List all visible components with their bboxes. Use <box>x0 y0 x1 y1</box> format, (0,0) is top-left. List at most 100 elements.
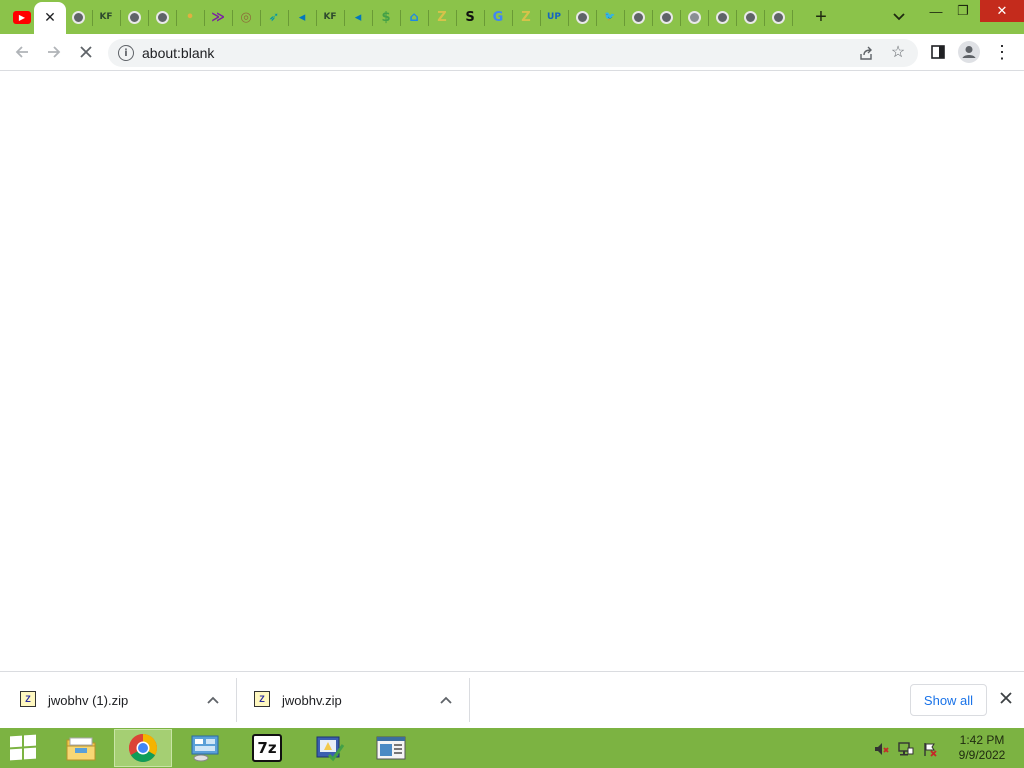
zip-file-icon: Z <box>254 691 270 707</box>
tab[interactable] <box>568 2 597 32</box>
back-button[interactable] <box>8 38 36 66</box>
download-filename: jwobhv.zip <box>282 693 342 708</box>
tab[interactable] <box>680 2 709 32</box>
close-icon[interactable]: ✕ <box>42 10 58 26</box>
back-arrow-icon <box>15 46 28 58</box>
tab[interactable]: • <box>176 2 205 32</box>
close-shelf-button[interactable] <box>996 688 1016 708</box>
minimize-button[interactable]: — <box>921 0 951 22</box>
zip-file-icon: Z <box>20 691 36 707</box>
chevron-up-icon <box>440 696 452 704</box>
tab-active[interactable]: ✕ <box>34 2 66 34</box>
chevron-stack-icon: ≫ <box>211 9 225 25</box>
tab[interactable] <box>764 2 793 32</box>
youtube-icon: ▶ <box>13 10 31 24</box>
download-options-button[interactable] <box>204 691 222 709</box>
archive-icon: Z <box>437 9 447 25</box>
tab[interactable]: Z <box>428 2 457 32</box>
share-icon[interactable] <box>856 43 876 63</box>
rocket-icon: ➶ <box>268 9 280 25</box>
tab[interactable]: 🐦 <box>596 2 625 32</box>
kf-icon: KF <box>323 12 337 22</box>
tab[interactable]: ▶ <box>8 2 37 32</box>
site-info-icon[interactable]: i <box>118 45 134 61</box>
taskbar-file-explorer[interactable] <box>52 729 110 767</box>
stop-loading-button[interactable] <box>72 38 100 66</box>
taskbar-installer[interactable] <box>300 729 358 767</box>
tab[interactable]: ◂ <box>344 2 373 32</box>
archive-icon: Z <box>521 9 531 25</box>
tab[interactable]: $ <box>372 2 401 32</box>
control-panel-icon <box>191 735 219 762</box>
download-item[interactable]: Z jwobhv (1).zip <box>0 678 237 722</box>
action-center-flag-icon[interactable] <box>922 741 938 757</box>
tab[interactable] <box>624 2 653 32</box>
tab[interactable] <box>120 2 149 32</box>
fish-icon: ◂ <box>354 9 362 25</box>
tab[interactable]: UP <box>540 2 569 32</box>
globe-icon <box>659 10 673 24</box>
kf-icon: KF <box>99 12 113 22</box>
tab[interactable] <box>64 2 93 32</box>
download-options-button[interactable] <box>437 691 455 709</box>
bell-icon: • <box>185 9 195 25</box>
tab[interactable]: ◎ <box>232 2 261 32</box>
tab[interactable] <box>652 2 681 32</box>
tab[interactable] <box>736 2 765 32</box>
globe-icon <box>631 10 645 24</box>
clock-time: 1:42 PM <box>959 733 1005 747</box>
download-item[interactable]: Z jwobhv.zip <box>236 678 470 722</box>
window-close-button[interactable]: ✕ <box>980 0 1024 22</box>
chevron-up-icon <box>207 696 219 704</box>
address-bar[interactable]: i about:blank ☆ <box>108 39 918 67</box>
tab[interactable]: S <box>456 2 485 32</box>
tab[interactable]: ◂ <box>288 2 317 32</box>
s-icon: S <box>465 9 475 25</box>
tab[interactable]: ➶ <box>260 2 289 32</box>
stop-icon <box>80 46 92 58</box>
tab[interactable] <box>708 2 737 32</box>
chrome-icon <box>129 734 157 762</box>
globe-icon <box>155 10 169 24</box>
tab-search-button[interactable] <box>886 6 912 28</box>
tab[interactable]: Z <box>512 2 541 32</box>
fish-icon: ◂ <box>298 9 306 25</box>
taskbar-document-viewer[interactable] <box>362 729 420 767</box>
bookmark-star-icon[interactable]: ☆ <box>888 42 908 62</box>
page-content <box>0 71 1024 671</box>
tab-strip: ▶ ✕ KF • ≫ ◎ ➶ ◂ KF ◂ $ ⌂ Z S G Z UP 🐦 + — ❐ ✕ <box>0 0 1024 34</box>
close-icon <box>1000 692 1012 704</box>
new-tab-button[interactable]: + <box>807 4 835 30</box>
tab[interactable]: KF <box>92 2 121 32</box>
7zip-icon: 7z <box>252 734 282 762</box>
taskbar-control-panel[interactable] <box>176 729 234 767</box>
show-all-downloads-button[interactable]: Show all <box>910 684 987 716</box>
globe-icon <box>743 10 757 24</box>
menu-button[interactable]: ⋮ <box>988 38 1016 66</box>
side-panel-icon <box>931 45 945 59</box>
network-icon[interactable] <box>898 741 914 757</box>
forward-button[interactable] <box>40 38 68 66</box>
restore-button[interactable]: ❐ <box>948 0 978 22</box>
system-clock[interactable]: 1:42 PM 9/9/2022 <box>950 733 1014 763</box>
taskbar-7zip[interactable]: 7z <box>238 729 296 767</box>
taskbar-chrome[interactable] <box>114 729 172 767</box>
volume-muted-icon[interactable] <box>873 741 889 757</box>
tab[interactable] <box>148 2 177 32</box>
divider <box>469 678 470 722</box>
tab[interactable]: ≫ <box>204 2 233 32</box>
forward-arrow-icon <box>48 46 61 58</box>
profile-button[interactable] <box>955 38 983 66</box>
globe-icon <box>715 10 729 24</box>
tab[interactable]: KF <box>316 2 345 32</box>
address-bar-url[interactable]: about:blank <box>142 45 214 61</box>
tab[interactable]: ⌂ <box>400 2 429 32</box>
start-button[interactable] <box>10 734 38 761</box>
tab-separator <box>792 10 793 26</box>
side-panel-button[interactable] <box>924 38 952 66</box>
document-viewer-icon <box>376 736 406 760</box>
dollar-icon: $ <box>381 9 391 25</box>
windows-taskbar: 7z 1:42 PM 9/9/2022 <box>0 728 1024 768</box>
tab[interactable]: G <box>484 2 513 32</box>
google-icon: G <box>492 9 504 25</box>
